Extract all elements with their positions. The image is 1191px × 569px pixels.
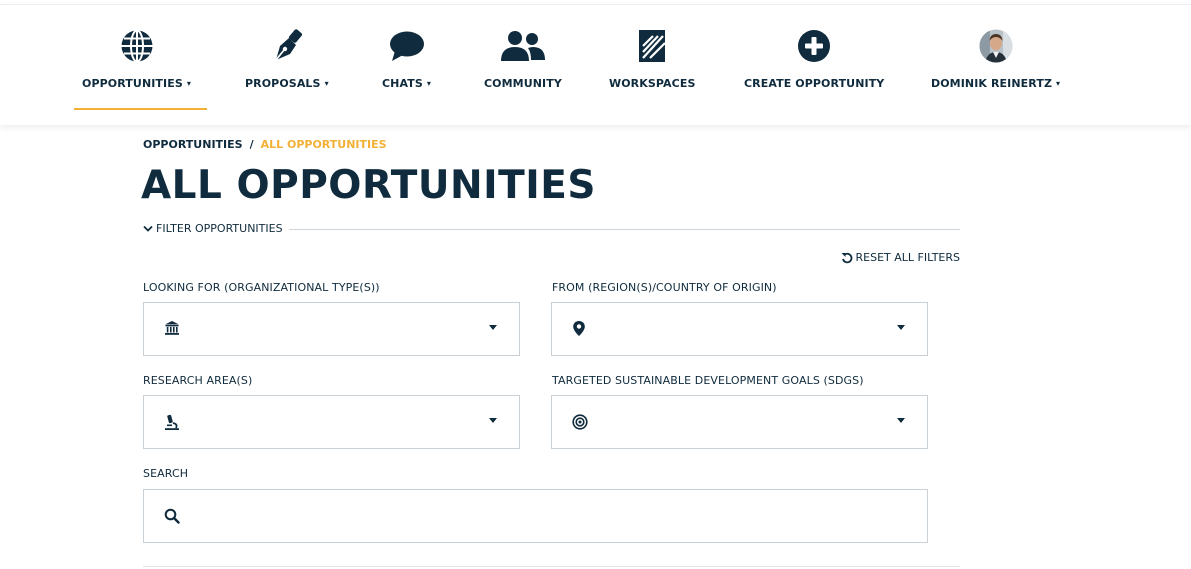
globe-icon [120, 27, 154, 65]
caret-down-icon [897, 418, 905, 423]
search-icon [164, 508, 180, 528]
nav-label-proposals: PROPOSALS [245, 77, 321, 90]
reset-filters-button[interactable]: RESET ALL FILTERS [841, 251, 961, 264]
top-navigation: OPPORTUNITIES ▾ PROPOSALS ▾ CHATS ▾ COMM… [0, 4, 1191, 125]
breadcrumb-separator: / [249, 138, 254, 151]
nav-chats[interactable]: CHATS ▾ [382, 5, 431, 109]
page-title: ALL OPPORTUNITIES [141, 163, 596, 208]
users-icon [500, 27, 545, 65]
research-area-select[interactable] [143, 395, 520, 449]
nav-create-opportunity[interactable]: CREATE OPPORTUNITY [744, 5, 884, 109]
workspaces-icon [634, 27, 670, 65]
undo-icon [841, 252, 852, 263]
sdgs-select[interactable] [551, 395, 928, 449]
chevron-down-icon: ▾ [324, 79, 329, 88]
nav-opportunities[interactable]: OPPORTUNITIES ▾ [82, 5, 191, 109]
map-marker-icon [572, 320, 586, 341]
target-icon [572, 414, 588, 434]
chevron-down-icon: ▾ [1056, 79, 1061, 88]
avatar [979, 27, 1013, 65]
caret-down-icon [489, 418, 497, 423]
chat-bubble-icon [389, 27, 425, 65]
nav-workspaces[interactable]: WORKSPACES [609, 5, 695, 109]
breadcrumb-opportunities[interactable]: OPPORTUNITIES [143, 138, 243, 151]
nav-label-create-opportunity: CREATE OPPORTUNITY [744, 77, 885, 90]
institution-icon [164, 320, 180, 340]
caret-down-icon [489, 325, 497, 330]
pen-nib-icon [269, 27, 305, 65]
nav-community[interactable]: COMMUNITY [484, 5, 562, 109]
organizational-type-label: LOOKING FOR (ORGANIZATIONAL TYPE(S)) [143, 281, 380, 294]
chevron-down-icon [143, 225, 153, 232]
bottom-divider [143, 566, 960, 567]
chevron-down-icon: ▾ [426, 79, 431, 88]
filter-opportunities-toggle[interactable]: FILTER OPPORTUNITIES [143, 222, 289, 235]
region-country-label: FROM (REGION(S)/COUNTRY OF ORIGIN) [552, 281, 777, 294]
organizational-type-select[interactable] [143, 302, 520, 356]
plus-circle-icon [797, 27, 831, 65]
microscope-icon [164, 414, 180, 435]
nav-label-opportunities: OPPORTUNITIES [82, 77, 183, 90]
nav-label-community: COMMUNITY [484, 77, 562, 90]
filter-toggle-label: FILTER OPPORTUNITIES [156, 222, 283, 235]
reset-filters-label: RESET ALL FILTERS [855, 251, 961, 264]
caret-down-icon [897, 325, 905, 330]
breadcrumb-current: ALL OPPORTUNITIES [260, 138, 387, 151]
breadcrumb: OPPORTUNITIES / ALL OPPORTUNITIES [143, 138, 387, 151]
chevron-down-icon: ▾ [186, 79, 191, 88]
region-country-select[interactable] [551, 302, 928, 356]
search-label: SEARCH [143, 467, 189, 480]
nav-label-chats: CHATS [382, 77, 423, 90]
nav-label-user: DOMINIK REINERTZ [931, 77, 1053, 90]
research-area-label: RESEARCH AREA(S) [143, 374, 253, 387]
nav-proposals[interactable]: PROPOSALS ▾ [245, 5, 329, 109]
nav-label-workspaces: WORKSPACES [609, 77, 696, 90]
active-nav-indicator [74, 108, 207, 110]
search-box[interactable] [143, 489, 928, 543]
sdgs-label: TARGETED SUSTAINABLE DEVELOPMENT GOALS (… [552, 374, 864, 387]
nav-user-menu[interactable]: DOMINIK REINERTZ ▾ [931, 5, 1060, 109]
search-input[interactable] [192, 500, 912, 532]
